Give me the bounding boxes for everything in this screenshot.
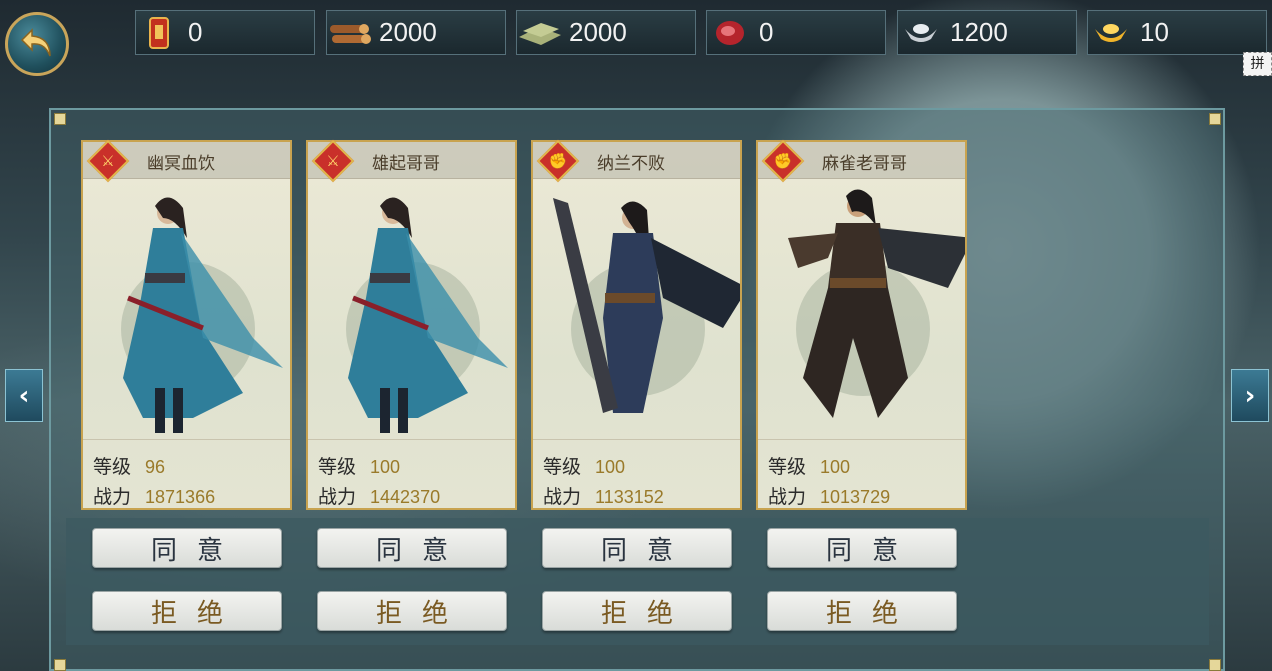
chevron-left-icon: ‹ — [18, 380, 30, 411]
agree-button[interactable]: 同意 — [767, 528, 957, 568]
power-label: 战力 — [543, 486, 582, 508]
power-row: 战力 1013729 — [768, 482, 890, 509]
player-name: 麻雀老哥哥 — [822, 154, 907, 174]
player-name: 雄起哥哥 — [372, 154, 440, 174]
chevron-right-icon: › — [1244, 380, 1256, 411]
gold-ingot-icon — [1088, 13, 1134, 53]
token-value: 0 — [188, 17, 203, 47]
level-label: 等级 — [93, 456, 132, 478]
power-label: 战力 — [768, 486, 807, 508]
refuse-button[interactable]: 拒绝 — [767, 591, 957, 631]
power-label: 战力 — [93, 486, 132, 508]
power-value: 1442370 — [370, 487, 441, 507]
level-row: 等级 100 — [543, 452, 625, 479]
back-arrow-icon — [20, 28, 51, 57]
hero-portrait — [788, 189, 965, 418]
resource-stone: 2000 — [516, 10, 696, 55]
power-label: 战力 — [318, 486, 357, 508]
gold-value: 10 — [1140, 17, 1169, 47]
meat-icon — [707, 13, 753, 53]
card-stats: 等级 100 战力 1133152 — [533, 439, 740, 509]
player-card: ✊ 麻雀老哥哥 等级 100 战力 1013729 — [756, 139, 967, 510]
level-value: 100 — [370, 457, 401, 477]
power-row: 战力 1442370 — [318, 482, 440, 509]
player-card: ⚔ 幽冥血饮 等级 96 战力 1871366 — [81, 139, 292, 510]
resource-gold: 10 — [1087, 10, 1267, 55]
power-row: 战力 1133152 — [543, 482, 664, 509]
panel-corner — [1209, 659, 1221, 671]
level-row: 等级 96 — [93, 452, 165, 479]
level-label: 等级 — [543, 456, 582, 478]
resource-token: 0 — [135, 10, 315, 55]
hero-portrait — [553, 198, 740, 413]
silver-value: 1200 — [950, 17, 1008, 47]
silver-icon — [898, 13, 944, 53]
level-label: 等级 — [768, 456, 807, 478]
level-value: 96 — [145, 457, 166, 477]
hero-portrait — [123, 197, 283, 433]
agree-button[interactable]: 同意 — [317, 528, 507, 568]
power-value: 1133152 — [595, 487, 664, 507]
panel-corner — [54, 113, 66, 125]
level-value: 100 — [820, 457, 851, 477]
player-card: ✊ 纳兰不败 等级 100 战力 1133152 — [531, 139, 742, 510]
agree-button[interactable]: 同意 — [92, 528, 282, 568]
level-label: 等级 — [318, 456, 357, 478]
panel-corner — [54, 659, 66, 671]
hero-portrait — [348, 197, 508, 433]
refuse-button[interactable]: 拒绝 — [317, 591, 507, 631]
power-row: 战力 1871366 — [93, 482, 215, 509]
power-value: 1013729 — [820, 487, 891, 507]
card-stats: 等级 96 战力 1871366 — [83, 439, 290, 509]
level-row: 等级 100 — [768, 452, 850, 479]
meat-value: 0 — [759, 17, 774, 47]
next-page-button[interactable]: › — [1231, 369, 1269, 422]
resource-meat: 0 — [706, 10, 886, 55]
panel-corner — [1209, 113, 1221, 125]
card-stats: 等级 100 战力 1442370 — [308, 439, 515, 509]
side-tab[interactable]: 拼 — [1243, 52, 1272, 76]
stone-icon — [517, 13, 563, 53]
player-name: 纳兰不败 — [597, 154, 665, 174]
level-value: 100 — [595, 457, 626, 477]
wood-value: 2000 — [379, 17, 437, 47]
resource-silver: 1200 — [897, 10, 1077, 55]
prev-page-button[interactable]: ‹ — [5, 369, 43, 422]
level-row: 等级 100 — [318, 452, 400, 479]
token-icon — [136, 13, 182, 53]
refuse-button[interactable]: 拒绝 — [542, 591, 732, 631]
power-value: 1871366 — [145, 487, 216, 507]
player-card: ⚔ 雄起哥哥 等级 100 战力 1442370 — [306, 139, 517, 510]
refuse-button[interactable]: 拒绝 — [92, 591, 282, 631]
agree-button[interactable]: 同意 — [542, 528, 732, 568]
wood-icon — [327, 13, 373, 53]
back-button[interactable] — [5, 12, 69, 76]
card-stats: 等级 100 战力 1013729 — [758, 439, 965, 509]
stone-value: 2000 — [569, 17, 627, 47]
resource-wood: 2000 — [326, 10, 506, 55]
player-name: 幽冥血饮 — [147, 154, 215, 174]
